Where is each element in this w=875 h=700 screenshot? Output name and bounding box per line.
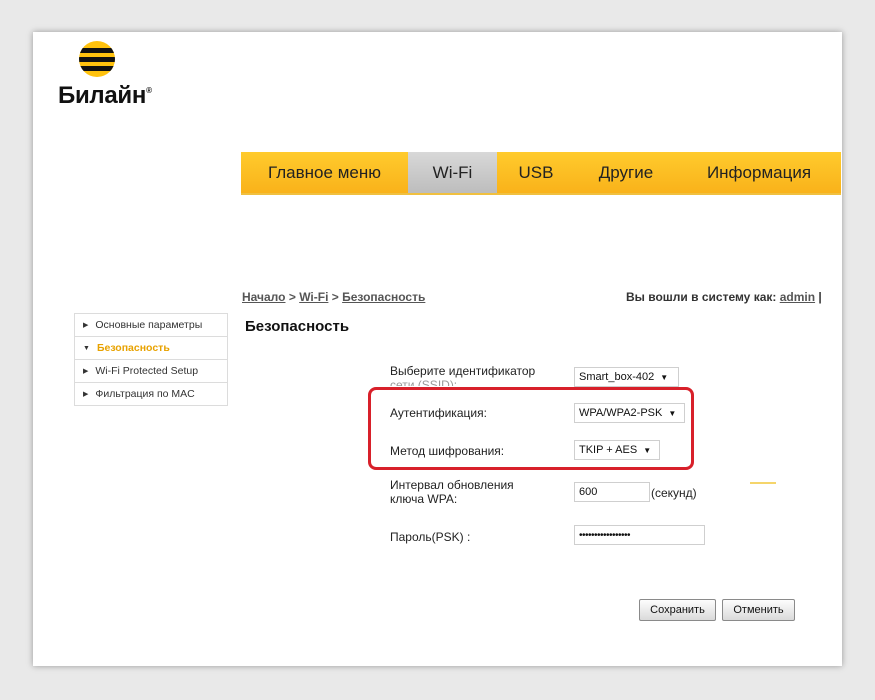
- login-separator: |: [818, 290, 822, 304]
- sidebar-item-mac-filter[interactable]: ▶ Фильтрация по MAC: [75, 383, 227, 406]
- highlight-frame: [368, 387, 694, 470]
- breadcrumb-home-link[interactable]: Начало: [242, 290, 285, 304]
- interval-unit: (секунд): [651, 486, 697, 500]
- interval-input[interactable]: [574, 482, 650, 502]
- login-info: Вы вошли в систему как: admin |: [626, 290, 822, 304]
- sidebar-item-label: Основные параметры: [95, 319, 203, 331]
- beeline-ball-icon: [79, 41, 115, 77]
- tab-information[interactable]: Информация: [677, 152, 841, 193]
- triangle-right-icon: ▶: [83, 368, 89, 375]
- sidebar-item-label: Фильтрация по MAC: [95, 388, 195, 400]
- triangle-down-icon: ▼: [83, 344, 90, 352]
- ssid-select[interactable]: Smart_box-402 ▼: [574, 367, 679, 387]
- main-navigation: Главное меню Wi-Fi USB Другие Информация: [241, 152, 841, 195]
- tab-wifi[interactable]: Wi-Fi: [408, 152, 497, 193]
- breadcrumb-security-link[interactable]: Безопасность: [342, 290, 425, 304]
- login-user-link[interactable]: admin: [780, 290, 815, 304]
- sidebar-item-security[interactable]: ▼ Безопасность: [75, 337, 227, 360]
- tab-usb[interactable]: USB: [497, 152, 575, 193]
- sidebar-menu: ▶ Основные параметры ▼ Безопасность ▶ Wi…: [74, 313, 228, 406]
- sidebar-item-label: Wi-Fi Protected Setup: [95, 365, 199, 377]
- save-button[interactable]: Сохранить: [639, 599, 716, 621]
- interval-label: Интервал обновления ключа WPA:: [390, 478, 514, 506]
- sidebar-item-wps[interactable]: ▶ Wi-Fi Protected Setup: [75, 360, 227, 383]
- password-label: Пароль(PSK) :: [390, 530, 471, 544]
- ssid-label: Выберите идентификатор сети (SSID):: [390, 364, 536, 386]
- triangle-right-icon: ▶: [83, 391, 89, 398]
- triangle-right-icon: ▶: [83, 322, 89, 329]
- dropdown-arrow-icon: ▼: [660, 372, 669, 382]
- cancel-button[interactable]: Отменить: [722, 599, 795, 621]
- sidebar-item-label: Безопасность: [96, 342, 170, 354]
- decorative-mark: [750, 482, 776, 484]
- tab-other[interactable]: Другие: [575, 152, 677, 193]
- breadcrumb-wifi-link[interactable]: Wi-Fi: [299, 290, 328, 304]
- page-title: Безопасность: [245, 318, 350, 335]
- breadcrumb-separator: >: [331, 290, 339, 304]
- logo-wordmark: Билайн®: [58, 82, 152, 109]
- sidebar-item-basic-settings[interactable]: ▶ Основные параметры: [75, 314, 227, 337]
- breadcrumb-separator: >: [288, 290, 296, 304]
- breadcrumb: Начало > Wi-Fi > Безопасность: [242, 290, 425, 304]
- login-prefix: Вы вошли в систему как:: [626, 290, 777, 304]
- tab-main-menu[interactable]: Главное меню: [241, 152, 408, 193]
- password-input[interactable]: •••••••••••••••••: [574, 525, 705, 545]
- beeline-logo: Билайн®: [58, 40, 168, 115]
